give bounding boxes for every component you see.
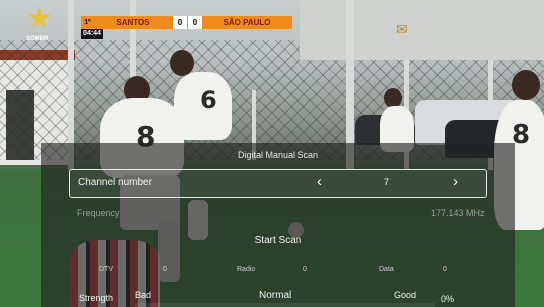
- data-count-value: 0: [443, 266, 447, 273]
- strength-good-label: Good: [394, 290, 417, 300]
- dtv-count-value: 0: [163, 266, 167, 273]
- away-team: SÃO PAULO: [202, 16, 292, 29]
- frequency-value: 177.143 MHz: [431, 208, 485, 218]
- signal-strength-bar: [135, 303, 435, 307]
- player-head: [384, 88, 402, 108]
- channel-logo-text: SOMBR: [26, 36, 49, 42]
- sponsor-logo-icon: ✉: [396, 21, 408, 37]
- home-team: SANTOS: [94, 16, 172, 29]
- strength-normal-label: Normal: [259, 290, 292, 301]
- strength-label: Strength: [79, 293, 114, 303]
- background-wall: [300, 0, 544, 60]
- channel-number-value: 7: [384, 177, 390, 187]
- channel-logo: ★ SOMBR: [22, 4, 62, 46]
- player-head: [512, 70, 540, 100]
- match-half: 1º: [81, 16, 94, 29]
- start-scan-button[interactable]: Start Scan: [41, 235, 515, 246]
- chevron-left-icon[interactable]: ‹: [317, 173, 322, 190]
- manual-scan-dialog: Digital Manual Scan Channel number ‹ 7 ›…: [41, 143, 515, 307]
- home-score: 0: [172, 16, 187, 29]
- radio-count-label: Radio: [237, 266, 256, 273]
- strength-bad-label: Bad: [135, 290, 152, 300]
- dtv-count-label: DTV: [99, 266, 113, 273]
- frequency-label: Frequency: [77, 208, 120, 218]
- away-score: 0: [187, 16, 202, 29]
- radio-count-value: 0: [303, 266, 307, 273]
- channel-number-row[interactable]: Channel number ‹ 7 ›: [69, 169, 487, 198]
- data-count-label: Data: [379, 266, 394, 273]
- chevron-right-icon[interactable]: ›: [453, 173, 458, 190]
- channel-number-label: Channel number: [78, 177, 152, 188]
- strength-percent: 0%: [441, 294, 455, 304]
- dialog-title: Digital Manual Scan: [237, 150, 319, 160]
- jersey-number: 6: [200, 86, 217, 114]
- star-icon: ★: [26, 2, 53, 35]
- match-clock: 04:44: [81, 29, 103, 39]
